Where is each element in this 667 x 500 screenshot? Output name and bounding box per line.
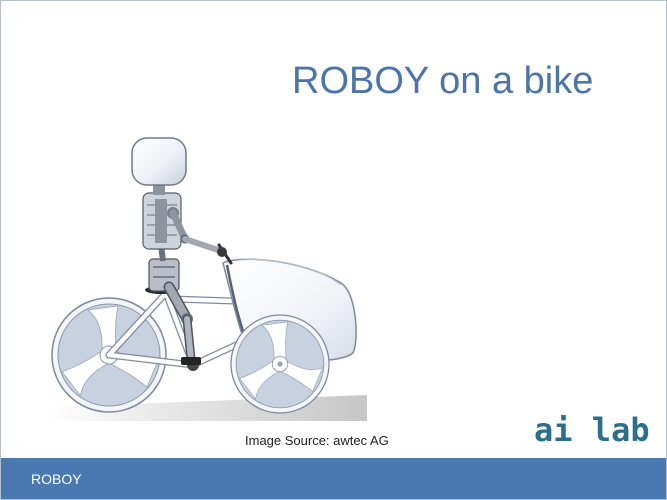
slide: ROBOY on a bike Image Source: awtec AG a… <box>0 0 667 500</box>
robot-forearm <box>182 236 224 254</box>
image-caption: Image Source: awtec AG <box>245 433 389 448</box>
robot-head <box>131 137 187 186</box>
robot-foot <box>181 357 201 365</box>
ai-lab-logo: ai lab <box>534 411 650 449</box>
footer-label: ROBOY <box>31 471 82 487</box>
slide-title: ROBOY on a bike <box>292 60 594 102</box>
front-wheel <box>230 314 330 414</box>
robot-bike-illustration <box>47 137 367 421</box>
robot-hand <box>217 247 227 257</box>
footer-bar: ROBOY <box>1 458 666 499</box>
